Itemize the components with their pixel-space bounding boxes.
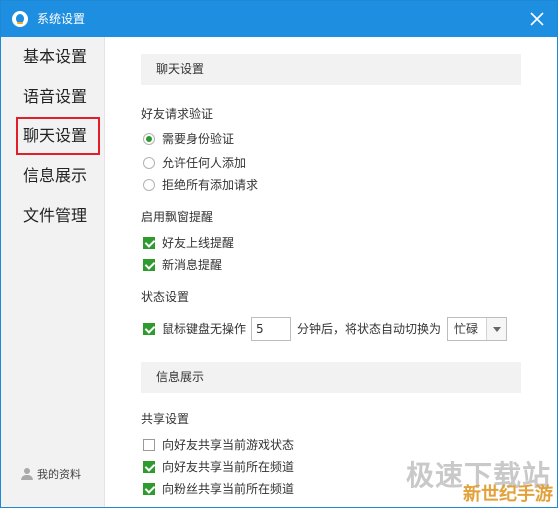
checkbox-idle[interactable]: 鼠标键盘无操作 <box>143 322 246 336</box>
app-logo-icon <box>12 11 28 27</box>
info-display-header: 信息展示 <box>141 362 521 393</box>
auto-status-row: 鼠标键盘无操作 分钟后，将状态自动切换为 忙碌 <box>143 317 507 341</box>
checkbox-label: 向粉丝共享当前所在频道 <box>162 482 295 496</box>
user-icon <box>21 468 33 480</box>
checkbox-unchecked-icon <box>143 439 155 451</box>
radio-label: 允许任何人添加 <box>162 156 247 170</box>
settings-sidebar: 基本设置 语音设置 聊天设置 信息展示 文件管理 我的资料 <box>1 37 105 507</box>
sidebar-item-basic-settings[interactable]: 基本设置 <box>23 45 103 69</box>
checkbox-checked-icon <box>143 259 155 271</box>
checkbox-share-channel-friends[interactable]: 向好友共享当前所在频道 <box>143 459 294 475</box>
checkbox-friend-online[interactable]: 好友上线提醒 <box>143 235 234 251</box>
close-icon[interactable] <box>527 9 547 29</box>
radio-require-verification[interactable]: 需要身份验证 <box>143 131 234 147</box>
sidebar-item-file-management[interactable]: 文件管理 <box>23 204 103 228</box>
checkbox-checked-icon <box>143 323 155 335</box>
checkbox-label: 新消息提醒 <box>162 258 223 272</box>
idle-minutes-input[interactable] <box>251 317 291 341</box>
checkbox-new-message[interactable]: 新消息提醒 <box>143 257 222 273</box>
radio-label: 需要身份验证 <box>162 132 235 146</box>
sidebar-item-voice-settings[interactable]: 语音设置 <box>23 85 103 109</box>
status-settings-title: 状态设置 <box>141 290 190 304</box>
sidebar-item-chat-settings[interactable]: 聊天设置 <box>16 117 100 155</box>
status-select[interactable]: 忙碌 <box>447 317 507 341</box>
watermark-line2: 新世纪手游 <box>463 484 553 505</box>
settings-content: 聊天设置 好友请求验证 需要身份验证 允许任何人添加 拒绝所有添加请求 启用飘窗… <box>106 37 557 507</box>
settings-window: 系统设置 基本设置 语音设置 聊天设置 信息展示 文件管理 我的资料 聊天设置 … <box>0 0 558 508</box>
checkbox-checked-icon <box>143 461 155 473</box>
title-bar[interactable]: 系统设置 <box>1 1 557 37</box>
chevron-down-icon[interactable] <box>486 318 506 340</box>
auto-switch-text: 分钟后，将状态自动切换为 <box>297 322 442 336</box>
radio-unselected-icon <box>143 179 155 191</box>
idle-label: 鼠标键盘无操作 <box>162 322 247 336</box>
radio-selected-icon <box>143 133 155 145</box>
popup-reminder-title: 启用飘窗提醒 <box>141 210 214 224</box>
radio-reject-all[interactable]: 拒绝所有添加请求 <box>143 177 258 193</box>
my-profile-link[interactable]: 我的资料 <box>21 467 81 483</box>
checkbox-label: 向好友共享当前游戏状态 <box>162 438 295 452</box>
window-title: 系统设置 <box>37 12 86 26</box>
radio-allow-anyone[interactable]: 允许任何人添加 <box>143 155 246 171</box>
checkbox-checked-icon <box>143 237 155 249</box>
checkbox-label: 好友上线提醒 <box>162 236 235 250</box>
my-profile-label: 我的资料 <box>37 468 81 481</box>
chat-settings-header: 聊天设置 <box>141 54 521 85</box>
share-settings-title: 共享设置 <box>141 412 190 426</box>
checkbox-share-channel-fans[interactable]: 向粉丝共享当前所在频道 <box>143 481 294 497</box>
sidebar-item-info-display[interactable]: 信息展示 <box>23 164 103 188</box>
checkbox-share-game-status[interactable]: 向好友共享当前游戏状态 <box>143 437 294 453</box>
site-watermark: 极速下载站 新世纪手游 <box>385 461 555 507</box>
friend-verify-title: 好友请求验证 <box>141 107 214 121</box>
checkbox-label: 向好友共享当前所在频道 <box>162 460 295 474</box>
radio-unselected-icon <box>143 157 155 169</box>
checkbox-checked-icon <box>143 483 155 495</box>
status-select-value: 忙碌 <box>454 322 479 336</box>
radio-label: 拒绝所有添加请求 <box>162 178 259 192</box>
